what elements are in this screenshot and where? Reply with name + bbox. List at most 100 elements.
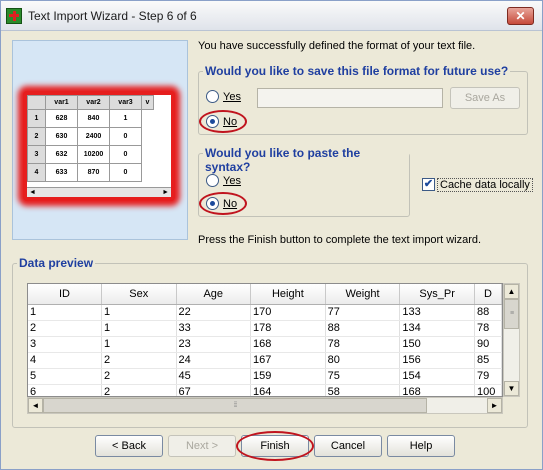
table-cell: 2 — [101, 368, 177, 385]
table-cell: 134 — [399, 320, 475, 337]
table-cell: 1 — [101, 336, 177, 353]
table-cell: 178 — [250, 320, 326, 337]
save-as-button[interactable]: Save As — [450, 87, 520, 109]
illustration-scroll-right-icon: ► — [162, 189, 169, 196]
illustration-cell: 633 — [45, 163, 78, 182]
table-cell: 23 — [176, 336, 252, 353]
save-format-no-option[interactable]: No — [206, 115, 237, 128]
window-title: Text Import Wizard - Step 6 of 6 — [28, 9, 197, 23]
app-icon — [6, 8, 22, 24]
paste-syntax-yes-radio[interactable] — [206, 174, 219, 187]
column-header[interactable]: Weight — [325, 284, 401, 305]
illustration-cell: 2400 — [77, 127, 110, 146]
illustration-row-number: 2 — [27, 127, 46, 146]
column-header[interactable]: ID — [28, 284, 102, 305]
table-row: 5 2 45 159 75 154 79 — [28, 368, 502, 385]
scroll-right-arrow-icon[interactable]: ► — [487, 398, 502, 413]
paste-syntax-yes-label[interactable]: Yes — [223, 175, 241, 187]
cache-data-label[interactable]: Cache data locally — [437, 178, 533, 192]
next-button[interactable]: Next > — [168, 435, 236, 457]
table-cell: 167 — [250, 352, 326, 369]
table-cell: 164 — [250, 384, 326, 396]
illustration-row: 1 628 840 1 — [27, 109, 154, 128]
column-header[interactable]: Sex — [101, 284, 177, 305]
table-row: 4 2 24 167 80 156 85 — [28, 352, 502, 369]
save-format-group: Would you like to save this file format … — [198, 64, 528, 135]
table-cell: 3 — [28, 336, 102, 353]
paste-syntax-no-option[interactable]: No — [206, 197, 237, 210]
save-format-yes-radio[interactable] — [206, 90, 219, 103]
save-format-question: Would you like to save this file format … — [203, 64, 511, 78]
table-cell: 58 — [325, 384, 401, 396]
table-cell: 4 — [28, 352, 102, 369]
table-cell: 2 — [101, 352, 177, 369]
table-row: 3 1 23 168 78 150 90 — [28, 336, 502, 353]
horizontal-scroll-thumb[interactable]: ⁞⁞⁞ — [43, 398, 427, 413]
save-format-no-label[interactable]: No — [223, 116, 237, 128]
close-button[interactable]: ✕ — [507, 7, 534, 25]
save-format-no-radio[interactable] — [206, 115, 219, 128]
data-preview-title: Data preview — [17, 256, 96, 270]
scroll-down-arrow-icon[interactable]: ▼ — [504, 381, 519, 396]
scroll-left-arrow-icon[interactable]: ◄ — [28, 398, 43, 413]
table-cell: 154 — [399, 368, 475, 385]
table-cell: 156 — [399, 352, 475, 369]
table-cell: 168 — [399, 384, 475, 396]
illustration-header-cell: var3 — [109, 95, 142, 110]
table-cell: 22 — [176, 304, 252, 321]
illustration-row-number: 1 — [27, 109, 46, 128]
save-format-yes-option[interactable]: Yes — [206, 90, 241, 103]
table-cell: 88 — [325, 320, 401, 337]
illustration-row: 2 630 2400 0 — [27, 127, 154, 146]
column-header[interactable]: D — [474, 284, 502, 305]
paste-syntax-group: Would you like to paste the syntax? Yes … — [198, 146, 410, 217]
illustration-header-cell: v — [141, 95, 154, 110]
data-preview-grid[interactable]: ID Sex Age Height Weight Sys_Pr D 1 1 22 170 77 133… — [27, 283, 503, 397]
table-cell: 67 — [176, 384, 252, 396]
scroll-up-arrow-icon[interactable]: ▲ — [504, 284, 519, 299]
column-header[interactable]: Sys_Pr — [399, 284, 475, 305]
table-cell: 133 — [399, 304, 475, 321]
illustration-grid: var1 var2 var3 v 1 628 840 1 2 630 2400 0 3 632 10200 0… — [27, 95, 171, 197]
illustration-cell: 0 — [109, 127, 142, 146]
illustration-cell: 628 — [45, 109, 78, 128]
table-row: 1 1 22 170 77 133 88 — [28, 304, 502, 321]
column-header[interactable]: Height — [250, 284, 326, 305]
table-cell: 45 — [176, 368, 252, 385]
success-message: You have successfully defined the format… — [198, 40, 476, 52]
table-cell: 1 — [101, 320, 177, 337]
illustration-highlight: var1 var2 var3 v 1 628 840 1 2 630 2400 0 3 632 10200 0… — [23, 91, 175, 201]
save-format-yes-label[interactable]: Yes — [223, 91, 241, 103]
paste-syntax-yes-option[interactable]: Yes — [206, 174, 241, 187]
table-cell: 85 — [474, 352, 502, 369]
table-cell: 24 — [176, 352, 252, 369]
help-button[interactable]: Help — [387, 435, 455, 457]
back-button[interactable]: < Back — [95, 435, 163, 457]
cancel-button[interactable]: Cancel — [314, 435, 382, 457]
title-bar[interactable]: Text Import Wizard - Step 6 of 6 ✕ — [1, 1, 542, 31]
table-cell: 1 — [28, 304, 102, 321]
illustration-cell: 10200 — [77, 145, 110, 164]
table-cell: 6 — [28, 384, 102, 396]
format-filename-input[interactable] — [257, 88, 443, 108]
vertical-scroll-thumb[interactable]: ≡ — [504, 299, 519, 329]
table-cell: 79 — [474, 368, 502, 385]
data-preview-group: Data preview ID Sex Age Height Weight Sys_Pr D… — [12, 256, 528, 428]
illustration-cell: 1 — [109, 109, 142, 128]
table-cell: 100 — [474, 384, 502, 396]
table-cell: 78 — [474, 320, 502, 337]
table-cell: 80 — [325, 352, 401, 369]
preview-horizontal-scrollbar[interactable]: ◄ ⁞⁞⁞ ► — [27, 397, 503, 414]
table-cell: 2 — [101, 384, 177, 396]
illustration-cell: 0 — [109, 163, 142, 182]
paste-syntax-no-label[interactable]: No — [223, 198, 237, 210]
illustration-cell: 870 — [77, 163, 110, 182]
illustration-row: 3 632 10200 0 — [27, 145, 154, 164]
cache-data-checkbox[interactable]: ✔ — [422, 178, 435, 191]
preview-vertical-scrollbar[interactable]: ▲ ≡ ▼ — [503, 283, 520, 397]
illustration-row-number: 3 — [27, 145, 46, 164]
finish-instructions: Press the Finish button to complete the … — [198, 234, 482, 246]
paste-syntax-no-radio[interactable] — [206, 197, 219, 210]
illustration-row: 4 633 870 0 — [27, 163, 154, 182]
column-header[interactable]: Age — [176, 284, 252, 305]
